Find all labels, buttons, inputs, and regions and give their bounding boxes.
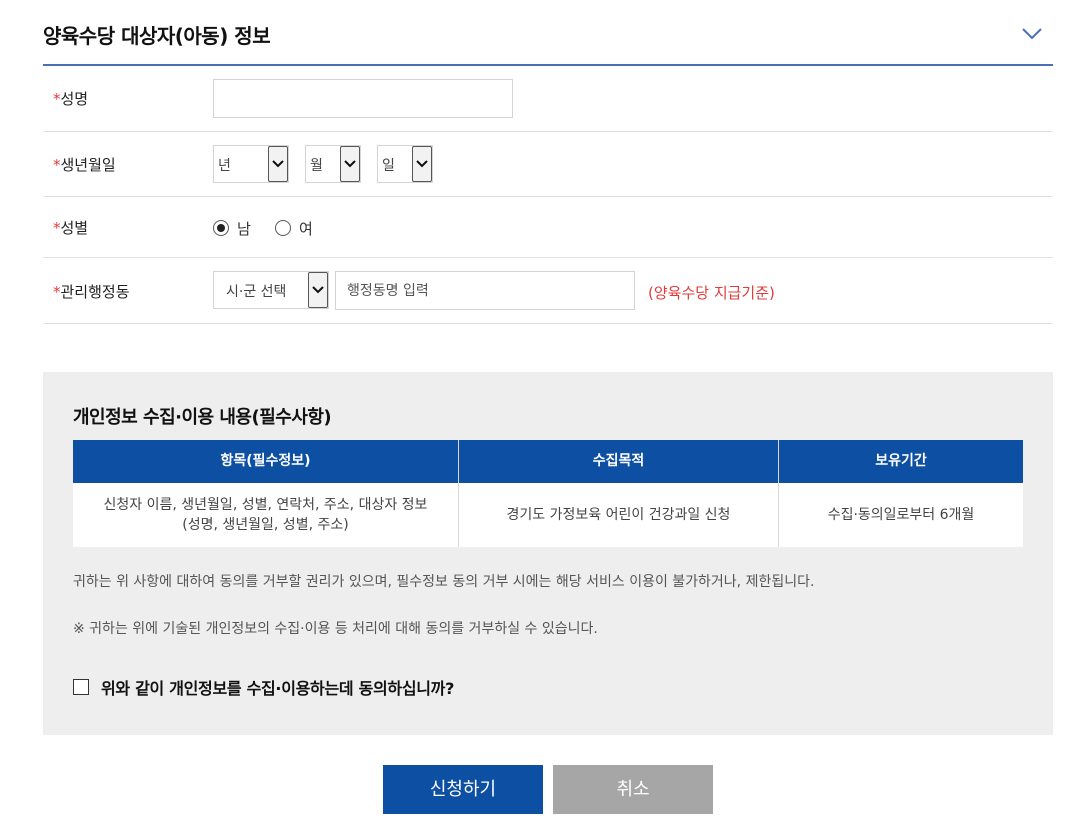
section-header: 양육수당 대상자(아동) 정보: [43, 0, 1053, 66]
district-label: *관리행정동: [53, 283, 130, 301]
consent-notice: 귀하는 위 사항에 대하여 동의를 거부할 권리가 있으며, 필수정보 동의 거…: [73, 574, 815, 590]
table-divider: [458, 440, 459, 547]
table-header-period: 보유기간: [779, 440, 1023, 483]
required-mark: *: [53, 156, 61, 174]
birth-day-select[interactable]: 일: [377, 145, 433, 183]
section-title: 양육수당 대상자(아동) 정보: [43, 24, 271, 48]
table-cell-purpose: 경기도 가정보육 어린이 건강과일 신청: [506, 507, 731, 523]
form-row-district: *관리행정동 시·군 선택 (양육수당 지급기준): [43, 258, 1053, 324]
submit-button[interactable]: 신청하기: [383, 765, 543, 814]
form-row-name: *성명: [43, 66, 1053, 132]
select-arrow-icon[interactable]: [308, 272, 328, 308]
dong-input[interactable]: [335, 271, 635, 310]
table-cell-period: 수집·동의일로부터 6개월: [827, 507, 975, 523]
birth-month-value: 월: [310, 158, 323, 174]
consent-refusal-notice: ※ 귀하는 위에 기술된 개인정보의 수집·이용 등 처리에 대해 동의를 거부…: [73, 621, 598, 637]
privacy-title: 개인정보 수집·이용 내용(필수사항): [73, 407, 332, 428]
gender-male-radio[interactable]: [213, 220, 229, 236]
table-cell-item: 신청자 이름, 생년월일, 성별, 연락처, 주소, 대상자 정보 (성명, 생…: [103, 497, 428, 533]
select-arrow-icon[interactable]: [268, 146, 288, 182]
city-select-value: 시·군 선택: [226, 284, 287, 300]
required-mark: *: [53, 283, 61, 301]
cancel-button[interactable]: 취소: [553, 765, 713, 814]
name-input[interactable]: [213, 79, 513, 118]
required-mark: *: [53, 219, 61, 237]
privacy-table: 항목(필수정보) 수집목적 보유기간 신청자 이름, 생년월일, 성별, 연락처…: [73, 440, 1023, 547]
city-select[interactable]: 시·군 선택: [213, 271, 329, 309]
birth-label: *생년월일: [53, 156, 116, 174]
agree-label[interactable]: 위와 같이 개인정보를 수집·이용하는데 동의하십니까?: [101, 675, 454, 699]
district-hint: (양육수당 지급기준): [648, 284, 775, 302]
chevron-down-icon[interactable]: [1021, 26, 1043, 40]
privacy-panel: 개인정보 수집·이용 내용(필수사항) 항목(필수정보) 수집목적 보유기간 신…: [43, 372, 1053, 735]
form-row-gender: *성별 남 여: [43, 197, 1053, 258]
name-label: *성명: [53, 90, 89, 108]
table-divider: [778, 440, 779, 547]
birth-month-select[interactable]: 월: [305, 145, 361, 183]
select-arrow-icon[interactable]: [412, 146, 432, 182]
birth-year-select[interactable]: 년: [213, 145, 289, 183]
table-header-purpose: 수집목적: [459, 440, 778, 483]
birth-year-value: 년: [218, 158, 231, 174]
gender-male-label[interactable]: 남: [237, 218, 251, 239]
form-row-birth: *생년월일 년 월 일: [43, 132, 1053, 197]
birth-day-value: 일: [382, 158, 395, 174]
gender-label: *성별: [53, 219, 89, 237]
gender-female-radio[interactable]: [275, 220, 291, 236]
gender-female-label[interactable]: 여: [299, 218, 313, 239]
select-arrow-icon[interactable]: [340, 146, 360, 182]
agree-checkbox[interactable]: [73, 679, 89, 695]
required-mark: *: [53, 90, 61, 108]
table-header-item: 항목(필수정보): [73, 440, 458, 483]
